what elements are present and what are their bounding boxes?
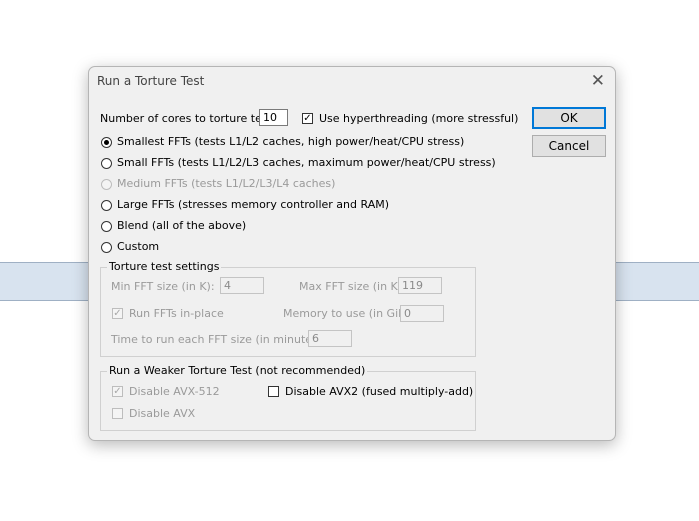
disable-avx2-checkbox[interactable] — [268, 386, 279, 397]
radio-small-ffts[interactable] — [101, 158, 112, 169]
torture-test-dialog: Run a Torture Test ✕ Number of cores to … — [88, 66, 616, 441]
settings-group-title: Torture test settings — [107, 260, 222, 273]
dialog-title: Run a Torture Test — [97, 74, 205, 88]
time-label: Time to run each FFT size (in minutes): — [111, 333, 326, 346]
radio-label-large-ffts: Large FFTs (stresses memory controller a… — [117, 198, 389, 211]
radio-label-blend: Blend (all of the above) — [117, 219, 247, 232]
radio-label-medium-ffts: Medium FFTs (tests L1/L2/L3/L4 caches) — [117, 177, 336, 190]
disable-avx-label: Disable AVX — [129, 407, 196, 420]
run-inplace-checkbox[interactable]: ✓ — [112, 308, 123, 319]
close-icon[interactable]: ✕ — [591, 71, 605, 91]
cores-label: Number of cores to torture test: — [100, 112, 276, 125]
disable-avx-checkbox[interactable] — [112, 408, 123, 419]
disable-avx512-checkbox[interactable]: ✓ — [112, 386, 123, 397]
radio-blend[interactable] — [101, 221, 112, 232]
time-input[interactable]: 6 — [308, 330, 352, 347]
max-fft-label: Max FFT size (in K): — [299, 280, 406, 293]
radio-label-small-ffts: Small FFTs (tests L1/L2/L3 caches, maxim… — [117, 156, 496, 169]
disable-avx512-label: Disable AVX-512 — [129, 385, 220, 398]
weaker-test-group — [100, 371, 476, 431]
radio-label-smallest-ffts: Smallest FFTs (tests L1/L2 caches, high … — [117, 135, 465, 148]
memory-input[interactable]: 0 — [400, 305, 444, 322]
memory-label: Memory to use (in GiB): — [283, 307, 414, 320]
min-fft-label: Min FFT size (in K): — [111, 280, 215, 293]
radio-custom[interactable] — [101, 242, 112, 253]
radio-selected-dot — [104, 140, 109, 145]
disable-avx2-label: Disable AVX2 (fused multiply-add) — [285, 385, 474, 398]
title-bar: Run a Torture Test ✕ — [89, 67, 615, 97]
radio-label-custom: Custom — [117, 240, 160, 253]
cores-input[interactable]: 10 — [259, 109, 288, 126]
radio-smallest-ffts[interactable] — [101, 137, 112, 148]
min-fft-input[interactable]: 4 — [220, 277, 264, 294]
radio-large-ffts[interactable] — [101, 200, 112, 211]
hyperthreading-checkbox[interactable]: ✓ — [302, 113, 313, 124]
weaker-test-group-title: Run a Weaker Torture Test (not recommend… — [107, 364, 368, 377]
run-inplace-label: Run FFTs in-place — [129, 307, 224, 320]
hyperthreading-label: Use hyperthreading (more stressful) — [319, 112, 519, 125]
radio-medium-ffts[interactable] — [101, 179, 112, 190]
cancel-button[interactable]: Cancel — [532, 135, 606, 157]
ok-button[interactable]: OK — [532, 107, 606, 129]
max-fft-input[interactable]: 119 — [398, 277, 442, 294]
